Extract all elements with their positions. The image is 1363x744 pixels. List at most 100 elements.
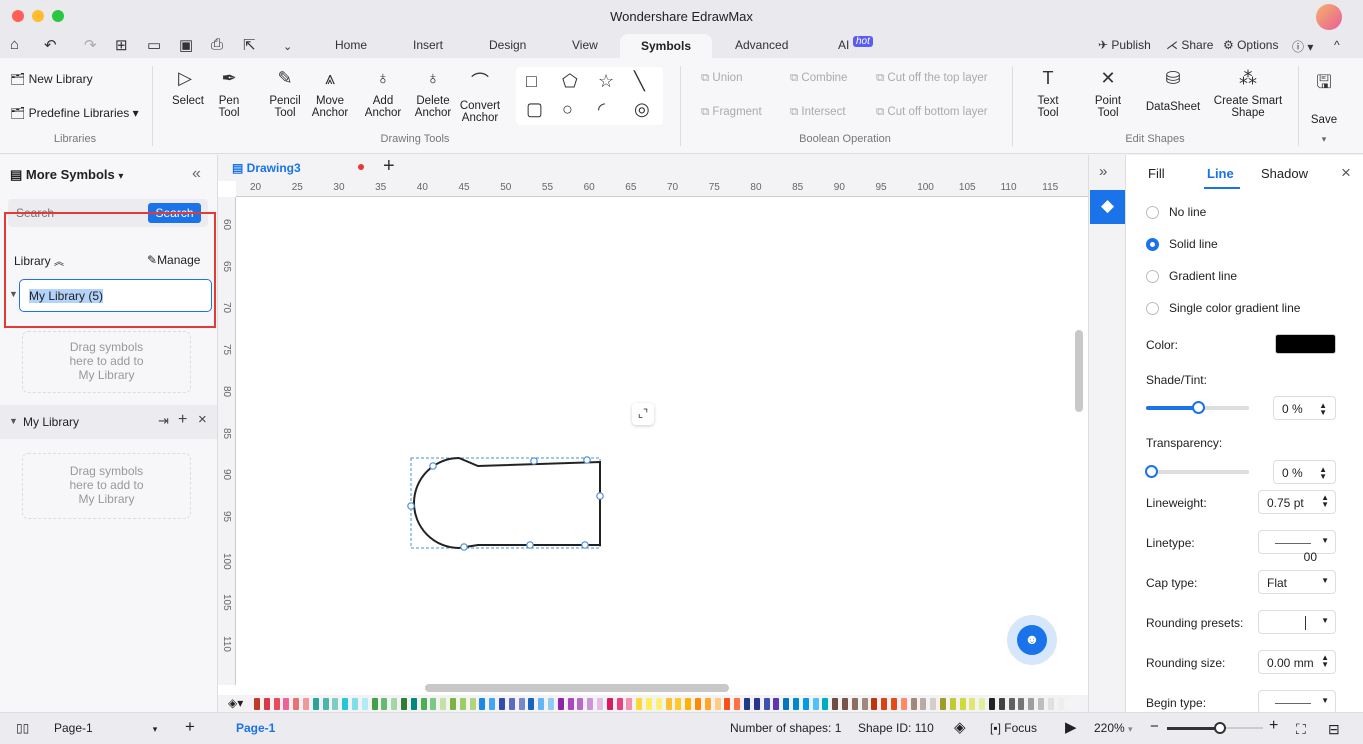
color-swatch[interactable]	[930, 698, 937, 710]
color-swatch[interactable]	[1047, 698, 1054, 710]
color-swatch[interactable]	[1008, 698, 1015, 710]
close-icon[interactable]: ×	[198, 411, 207, 428]
layers-icon[interactable]: ◈	[954, 718, 966, 736]
delete-anchor-button[interactable]: ♁ Delete Anchor	[412, 68, 454, 119]
color-swatch[interactable]	[685, 698, 692, 710]
tab-home[interactable]: Home	[335, 38, 367, 52]
color-swatch[interactable]	[548, 698, 554, 710]
tab-advanced[interactable]: Advanced	[735, 38, 788, 52]
color-swatch[interactable]	[900, 698, 907, 710]
color-swatch[interactable]	[538, 698, 545, 710]
pentagon-icon[interactable]: ⬠	[562, 71, 578, 92]
export-library-icon[interactable]: ⇥	[158, 413, 169, 429]
color-swatch[interactable]	[1038, 698, 1044, 710]
save-icon[interactable]: ▣	[179, 36, 193, 54]
tab-shadow[interactable]: Shadow	[1261, 166, 1308, 181]
tab-line[interactable]: Line	[1207, 166, 1234, 181]
save-button[interactable]: 🖫 Save ▾	[1305, 70, 1343, 145]
rectangle-icon[interactable]: □	[526, 71, 537, 92]
color-swatch[interactable]	[832, 698, 839, 710]
color-swatch[interactable]	[871, 698, 878, 710]
color-swatch[interactable]	[1057, 698, 1064, 710]
color-swatch[interactable]	[1275, 334, 1336, 354]
linetype-input[interactable]: 00 ▼	[1258, 530, 1336, 564]
play-icon[interactable]: ▶	[1065, 718, 1077, 736]
radio-button[interactable]	[1146, 238, 1159, 251]
collapse-ribbon-icon[interactable]: ^	[1334, 38, 1340, 52]
color-swatch[interactable]	[606, 698, 613, 710]
color-swatch[interactable]	[783, 698, 790, 710]
cap-type-input[interactable]: Flat ▼	[1258, 570, 1336, 594]
tab-symbols[interactable]: Symbols	[620, 34, 712, 60]
color-swatch[interactable]	[450, 698, 456, 710]
color-swatch[interactable]	[724, 698, 731, 710]
color-swatch[interactable]	[283, 698, 290, 710]
fragment-button[interactable]: ⧉ Fragment	[701, 106, 762, 119]
color-swatch[interactable]	[646, 698, 652, 710]
combine-button[interactable]: ⧉ Combine	[790, 72, 847, 85]
color-swatch[interactable]	[1067, 698, 1074, 710]
fill-bucket-icon[interactable]: ◈▾	[228, 696, 243, 710]
new-file-icon[interactable]: ⊞	[115, 36, 128, 54]
color-swatch[interactable]	[361, 698, 368, 710]
new-tab-button[interactable]: +	[383, 155, 395, 178]
star-icon[interactable]: ☆	[598, 71, 614, 92]
transparency-input[interactable]: 0 % ▲ ▼	[1273, 460, 1336, 484]
line-fill-icon[interactable]: ◆	[1090, 190, 1125, 224]
color-swatch[interactable]	[577, 698, 584, 710]
color-swatch[interactable]	[744, 698, 750, 710]
color-swatch[interactable]	[508, 698, 515, 710]
union-button[interactable]: ⧉ Union	[701, 72, 742, 85]
pen-tool-button[interactable]: ✒ Pen Tool	[216, 68, 242, 119]
add-page-button[interactable]: +	[185, 717, 195, 737]
color-swatch[interactable]	[920, 698, 927, 710]
vertical-scrollbar[interactable]	[1075, 330, 1083, 412]
radio-button[interactable]	[1146, 270, 1159, 283]
transparency-slider[interactable]	[1145, 465, 1249, 478]
intersect-button[interactable]: ⧉ Intersect	[790, 106, 846, 119]
tab-ai[interactable]: AI	[838, 38, 849, 52]
horizontal-scrollbar[interactable]	[425, 684, 729, 692]
more-symbols-dropdown[interactable]: ▤ More Symbols ▾	[10, 167, 123, 183]
color-swatch[interactable]	[802, 698, 809, 710]
rounding-presets-input[interactable]: ▼	[1258, 610, 1336, 634]
color-swatch[interactable]	[842, 698, 848, 710]
color-swatch[interactable]	[704, 698, 711, 710]
print-icon[interactable]: ⎙	[211, 36, 223, 53]
tab-fill[interactable]: Fill	[1148, 166, 1165, 181]
page-tab[interactable]: Page-1	[236, 721, 275, 735]
color-swatch[interactable]	[273, 698, 280, 710]
color-swatch[interactable]	[469, 698, 476, 710]
color-swatch[interactable]	[401, 698, 407, 710]
color-swatch[interactable]	[695, 698, 701, 710]
publish-button[interactable]: ✈ Publish	[1098, 38, 1151, 52]
color-swatch[interactable]	[430, 698, 437, 710]
tab-insert[interactable]: Insert	[413, 38, 443, 52]
circle-icon[interactable]: ○	[562, 99, 573, 120]
color-swatch[interactable]	[616, 698, 623, 710]
shade-input[interactable]: 0 % ▲ ▼	[1273, 396, 1336, 420]
color-swatch[interactable]	[293, 698, 300, 710]
color-swatch[interactable]	[949, 698, 956, 710]
expand-panel-icon[interactable]: »	[1099, 163, 1107, 180]
color-swatch[interactable]	[969, 698, 976, 710]
line-icon[interactable]: ╲	[634, 71, 645, 92]
color-swatch[interactable]	[753, 698, 760, 710]
color-swatch[interactable]	[910, 698, 917, 710]
color-swatch[interactable]	[479, 698, 486, 710]
color-swatch[interactable]	[734, 698, 741, 710]
color-swatch[interactable]	[636, 698, 643, 710]
color-swatch[interactable]	[655, 698, 662, 710]
color-swatch[interactable]	[626, 698, 633, 710]
color-swatch[interactable]	[822, 698, 829, 710]
export-icon[interactable]: ⇱	[243, 36, 256, 54]
color-swatch[interactable]	[381, 698, 388, 710]
shade-slider[interactable]	[1146, 401, 1249, 414]
color-swatch[interactable]	[979, 698, 986, 710]
color-swatch[interactable]	[489, 698, 496, 710]
color-swatch[interactable]	[665, 698, 672, 710]
color-swatch[interactable]	[499, 698, 505, 710]
zoom-in-button[interactable]: +	[1269, 717, 1278, 735]
color-swatch[interactable]	[391, 698, 398, 710]
color-swatch[interactable]	[714, 698, 721, 710]
